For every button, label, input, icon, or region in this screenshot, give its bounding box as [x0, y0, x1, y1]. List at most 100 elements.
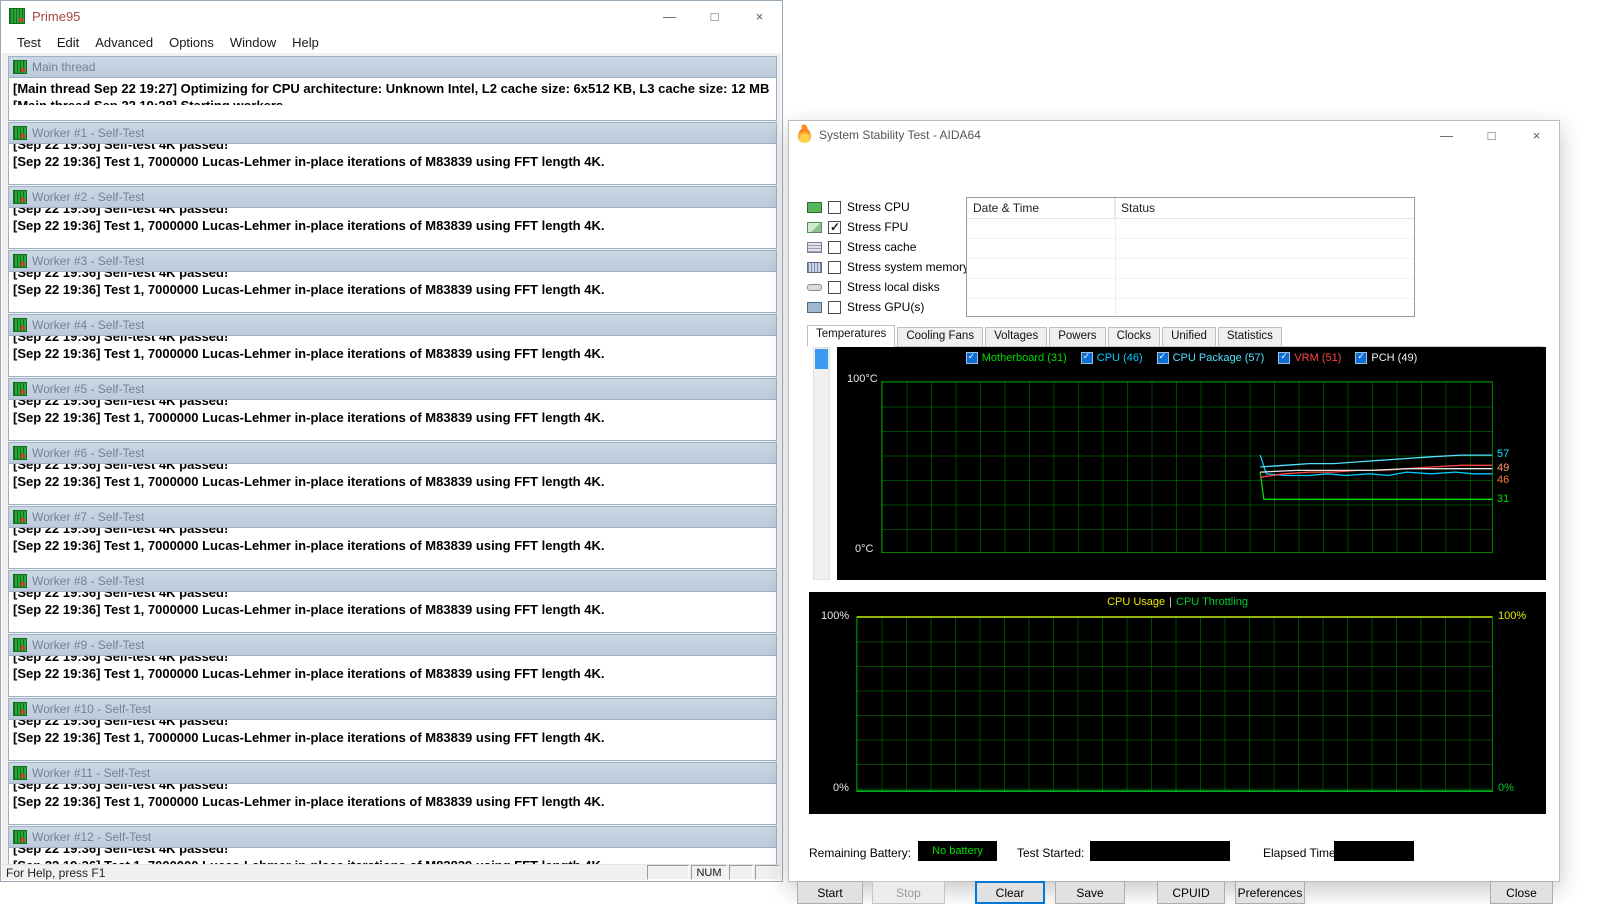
worker-log: [Sep 22 19:36] Self-test 4K passed! [Sep…	[9, 591, 776, 632]
log-line: [Sep 22 19:36] Test 1, 7000000 Lucas-Leh…	[13, 218, 605, 233]
stress-fpu-row: Stress FPU	[807, 219, 908, 235]
prime95-doc-icon	[13, 254, 27, 268]
main-thread-titlebar[interactable]: Main thread	[9, 57, 776, 77]
preferences-button[interactable]: Preferences	[1235, 881, 1305, 904]
menu-advanced[interactable]: Advanced	[87, 35, 161, 50]
worker-window: Worker #1 - Self-Test [Sep 22 19:36] Sel…	[8, 122, 777, 185]
cpuid-button[interactable]: CPUID	[1157, 881, 1225, 904]
log-line: [Sep 22 19:36] Test 1, 7000000 Lucas-Leh…	[13, 538, 605, 553]
worker-titlebar[interactable]: Worker #11 - Self-Test	[9, 763, 776, 783]
cache-icon	[807, 241, 822, 253]
log-line: [Main thread Sep 22 19:27] Optimizing fo…	[13, 81, 770, 96]
menu-edit[interactable]: Edit	[49, 35, 87, 50]
close-button[interactable]: ×	[737, 1, 782, 31]
log-line: [Sep 22 19:36] Test 1, 7000000 Lucas-Leh…	[13, 282, 605, 297]
log-row-empty	[967, 219, 1414, 239]
worker-titlebar[interactable]: Worker #8 - Self-Test	[9, 571, 776, 591]
legend-motherboard[interactable]: Motherboard (31)	[965, 351, 1067, 364]
worker-titlebar[interactable]: Worker #12 - Self-Test	[9, 827, 776, 847]
log-line-clipped: [Sep 22 19:36] Self-test 4K passed!	[13, 592, 229, 600]
menu-window[interactable]: Window	[222, 35, 284, 50]
legend-cpu-package[interactable]: CPU Package (57)	[1156, 351, 1265, 364]
stress-cache-checkbox[interactable]	[828, 240, 841, 254]
log-line-clipped: [Sep 22 19:36] Self-test 4K passed!	[13, 144, 229, 152]
maximize-button[interactable]: □	[692, 1, 737, 31]
menu-options[interactable]: Options	[161, 35, 222, 50]
main-thread-window: Main thread [Main thread Sep 22 19:27] O…	[8, 56, 777, 121]
chart-scrollbar-thumb[interactable]	[815, 349, 828, 369]
worker-window: Worker #5 - Self-Test [Sep 22 19:36] Sel…	[8, 378, 777, 441]
worker-titlebar[interactable]: Worker #4 - Self-Test	[9, 315, 776, 335]
tab-voltages[interactable]: Voltages	[985, 327, 1048, 346]
stress-gpu-checkbox[interactable]	[828, 300, 841, 314]
worker-titlebar[interactable]: Worker #7 - Self-Test	[9, 507, 776, 527]
column-date-time[interactable]: Date & Time	[967, 198, 1115, 218]
chart-scrollbar[interactable]	[813, 347, 830, 580]
status-help-text: For Help, press F1	[6, 865, 106, 880]
event-log-list[interactable]: Date & Time Status	[966, 197, 1415, 319]
menu-help[interactable]: Help	[284, 35, 327, 50]
worker-title: Worker #2 - Self-Test	[32, 190, 145, 204]
column-status[interactable]: Status	[1115, 198, 1414, 218]
worker-titlebar[interactable]: Worker #6 - Self-Test	[9, 443, 776, 463]
legend-pch[interactable]: PCH (49)	[1355, 351, 1417, 364]
tab-temperatures[interactable]: Temperatures	[807, 325, 896, 347]
main-thread-title: Main thread	[32, 60, 96, 74]
tab-cooling-fans[interactable]: Cooling Fans	[897, 327, 984, 346]
checked-checkbox-icon[interactable]	[1080, 351, 1093, 364]
aida64-body: Stress CPU Stress FPU Stress cache Stres…	[789, 149, 1559, 904]
minimize-button[interactable]: —	[1424, 121, 1469, 149]
legend-cpu[interactable]: CPU (46)	[1080, 351, 1143, 364]
prime95-doc-icon	[13, 830, 27, 844]
tab-unified[interactable]: Unified	[1162, 327, 1216, 346]
worker-titlebar[interactable]: Worker #1 - Self-Test	[9, 123, 776, 143]
usage-right-max-label: 100%	[1498, 610, 1527, 622]
stress-gpu-label: Stress GPU(s)	[847, 300, 925, 314]
log-line-clipped: [Sep 22 19:36] Self-test 4K passed!	[13, 464, 229, 472]
worker-log: [Sep 22 19:36] Self-test 4K passed! [Sep…	[9, 783, 776, 824]
worker-titlebar[interactable]: Worker #10 - Self-Test	[9, 699, 776, 719]
tab-statistics[interactable]: Statistics	[1217, 327, 1282, 346]
worker-titlebar[interactable]: Worker #3 - Self-Test	[9, 251, 776, 271]
log-line: [Sep 22 19:36] Test 1, 7000000 Lucas-Leh…	[13, 794, 605, 809]
stress-disks-checkbox[interactable]	[828, 280, 841, 294]
aida64-titlebar[interactable]: System Stability Test - AIDA64 — □ ×	[789, 121, 1559, 149]
close-button[interactable]: ×	[1514, 121, 1559, 149]
legend-cpu-package-label: CPU Package (57)	[1172, 352, 1265, 364]
worker-title: Worker #5 - Self-Test	[32, 382, 145, 396]
tab-powers[interactable]: Powers	[1049, 327, 1106, 346]
legend-vrm[interactable]: VRM (51)	[1278, 351, 1341, 364]
prime95-titlebar[interactable]: Prime95 — □ ×	[1, 1, 782, 31]
cpu-usage-chart-panel: CPU Usage | CPU Throttling 100% 0% 100% …	[809, 592, 1546, 814]
checked-checkbox-icon[interactable]	[1278, 351, 1291, 364]
prime95-mdi-area: Main thread [Main thread Sep 22 19:27] O…	[2, 53, 781, 864]
save-button[interactable]: Save	[1055, 881, 1125, 904]
worker-log: [Sep 22 19:36] Self-test 4K passed! [Sep…	[9, 847, 776, 864]
maximize-button[interactable]: □	[1469, 121, 1514, 149]
stress-fpu-checkbox[interactable]	[828, 220, 841, 234]
menu-test[interactable]: Test	[9, 35, 49, 50]
worker-titlebar[interactable]: Worker #9 - Self-Test	[9, 635, 776, 655]
prime95-doc-icon	[13, 190, 27, 204]
stress-memory-checkbox[interactable]	[828, 260, 841, 274]
checked-checkbox-icon[interactable]	[1156, 351, 1169, 364]
temperature-legend: Motherboard (31) CPU (46) CPU Package (5…	[837, 351, 1546, 364]
column-divider	[1115, 198, 1116, 316]
stress-cpu-checkbox[interactable]	[828, 200, 841, 214]
close-button[interactable]: Close	[1490, 881, 1553, 904]
clear-button[interactable]: Clear	[975, 881, 1045, 904]
stress-memory-label: Stress system memory	[847, 260, 970, 274]
worker-titlebar[interactable]: Worker #2 - Self-Test	[9, 187, 776, 207]
worker-window: Worker #9 - Self-Test [Sep 22 19:36] Sel…	[8, 634, 777, 697]
start-button[interactable]: Start	[797, 881, 863, 904]
current-value-pch: 49	[1497, 462, 1510, 474]
tab-clocks[interactable]: Clocks	[1107, 327, 1161, 346]
stop-button[interactable]: Stop	[872, 881, 945, 904]
checked-checkbox-icon[interactable]	[1355, 351, 1368, 364]
log-row-empty	[967, 259, 1414, 279]
stress-cpu-row: Stress CPU	[807, 199, 910, 215]
worker-titlebar[interactable]: Worker #5 - Self-Test	[9, 379, 776, 399]
checked-checkbox-icon[interactable]	[965, 351, 978, 364]
worker-log: [Sep 22 19:36] Self-test 4K passed! [Sep…	[9, 719, 776, 760]
minimize-button[interactable]: —	[647, 1, 692, 31]
